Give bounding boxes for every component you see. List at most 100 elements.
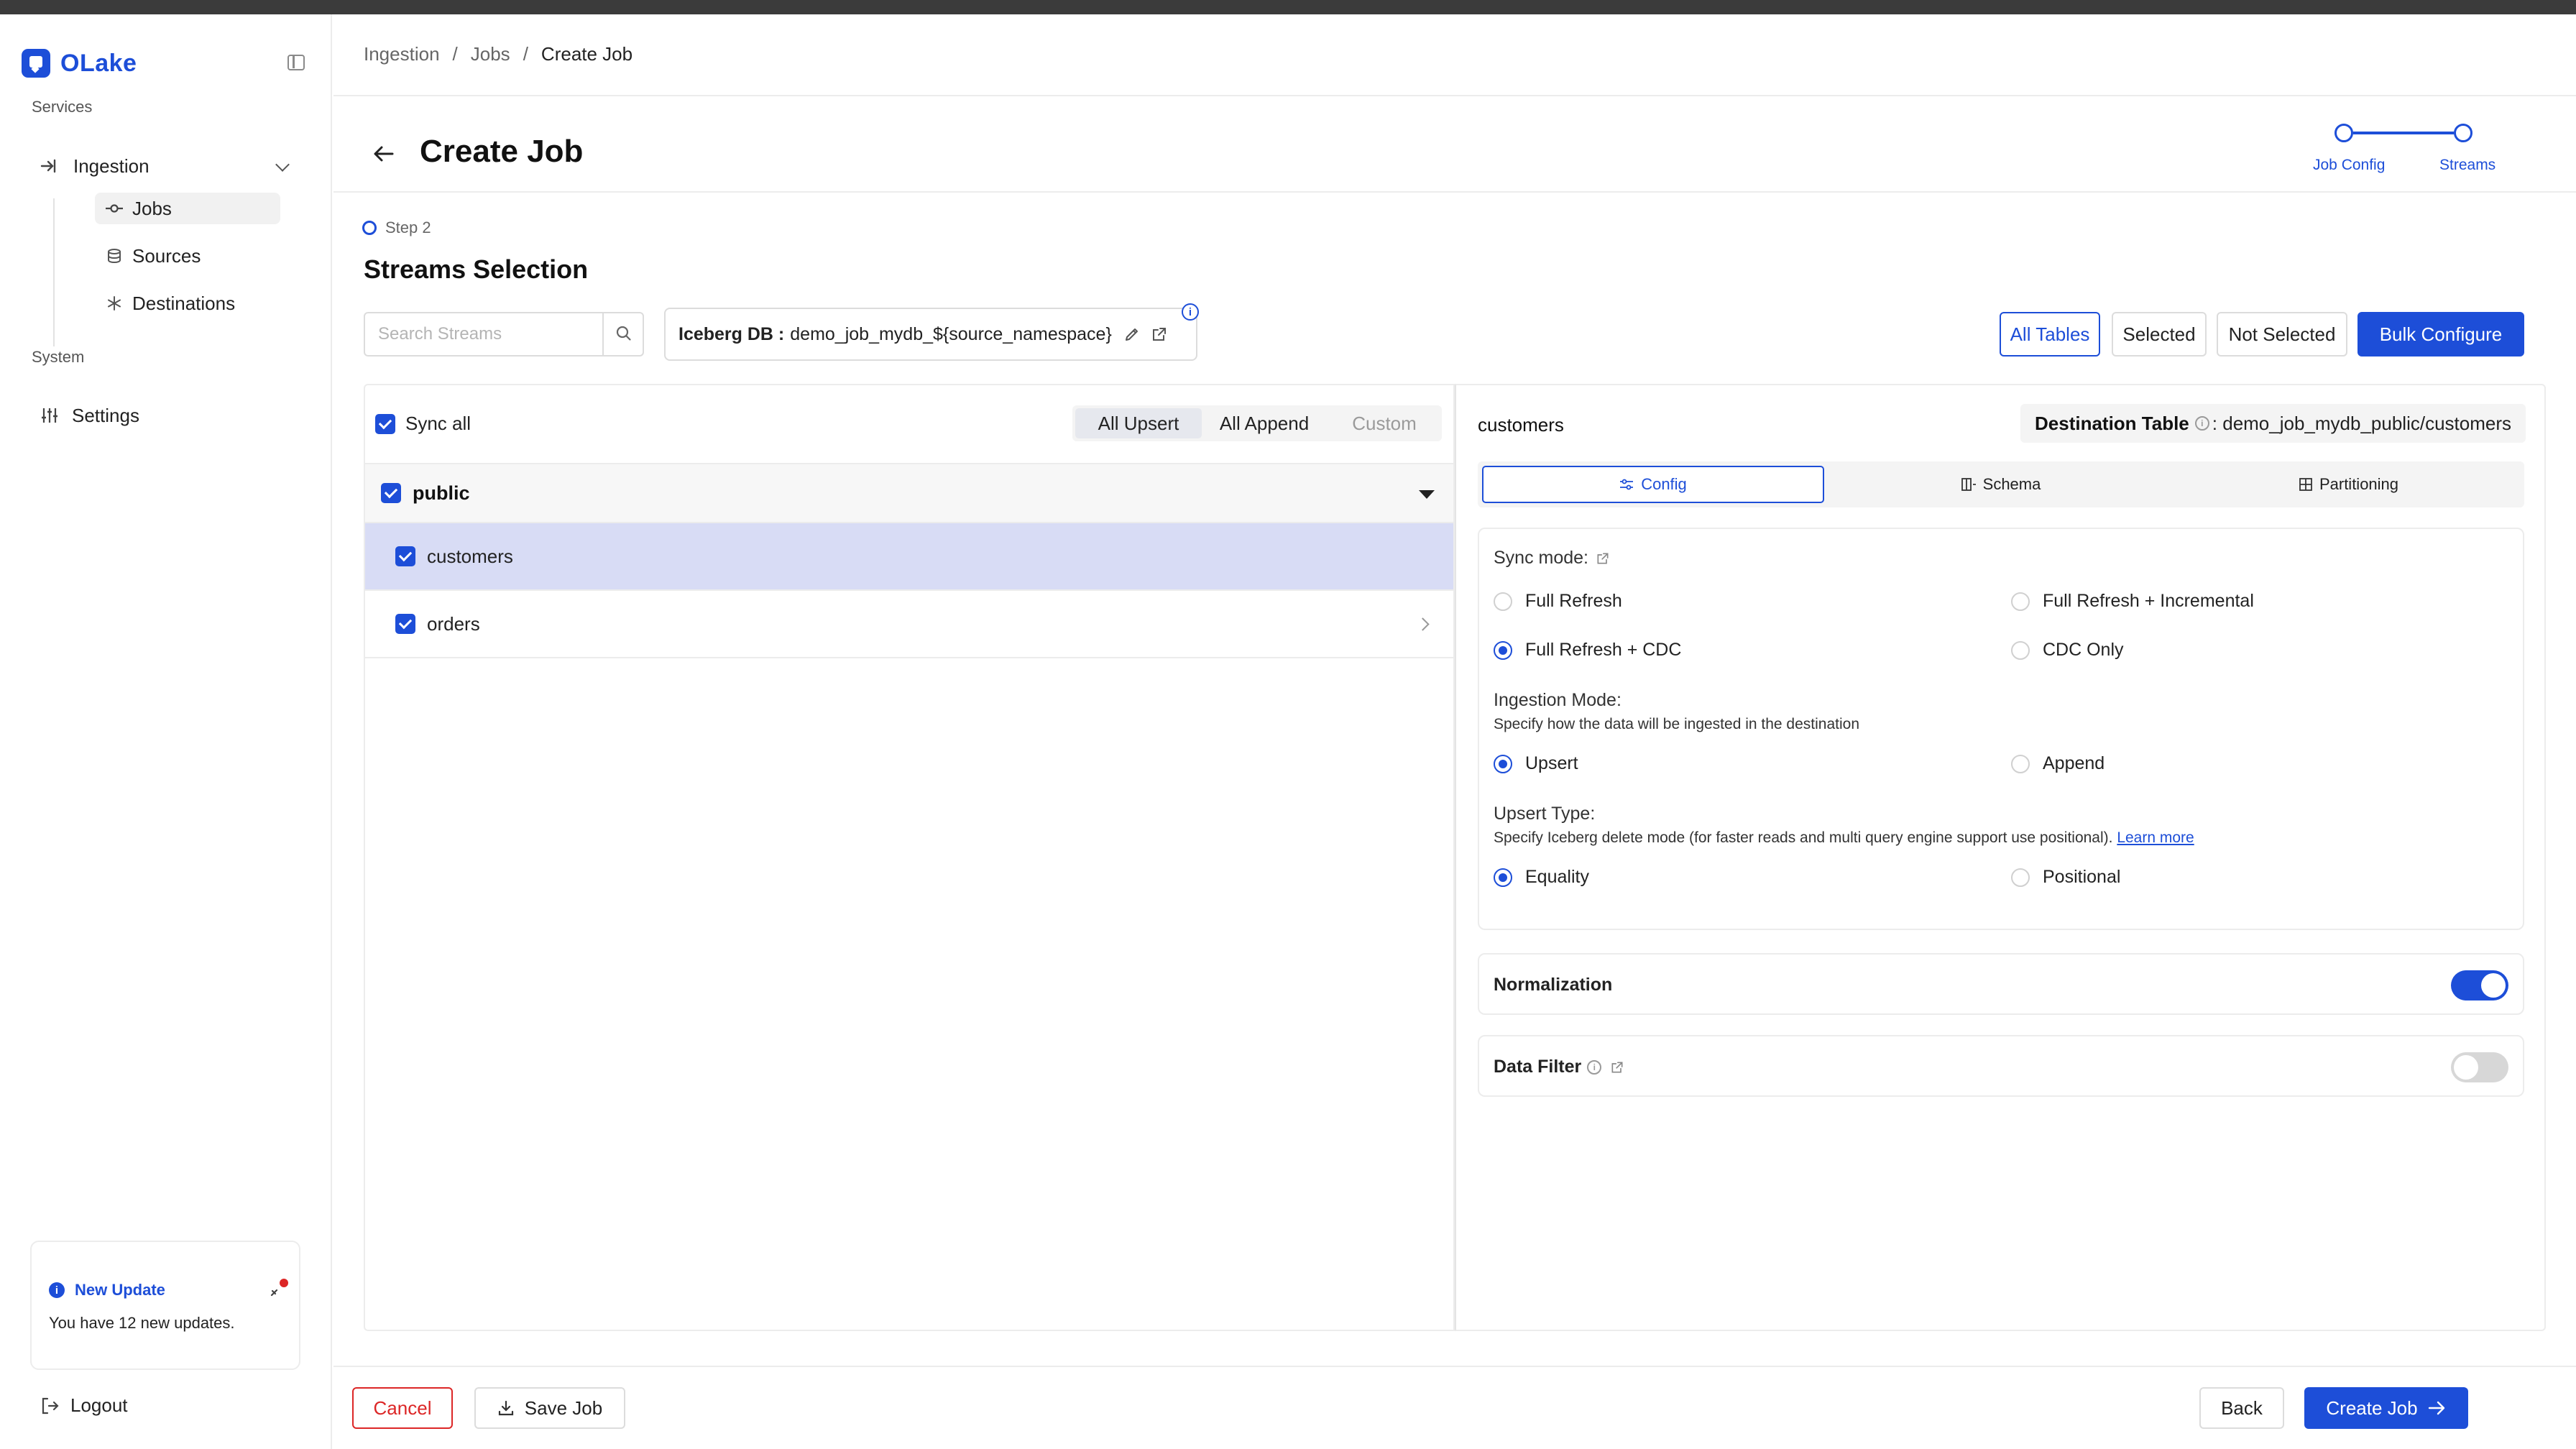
caret-down-icon[interactable] [1419,490,1435,499]
step-dot-job-config[interactable] [2334,124,2353,142]
learn-more-link[interactable]: Learn more [2117,829,2194,846]
breadcrumb-separator: / [452,43,458,65]
info-icon[interactable]: i [1182,303,1199,321]
sidebar-item-label: Sources [132,244,201,267]
services-section-label: Services [32,98,93,116]
cancel-button[interactable]: Cancel [352,1387,453,1429]
mode-all-append[interactable]: All Append [1202,408,1327,438]
normalization-label: Normalization [1494,975,1613,995]
radio-cdc-only[interactable]: CDC Only [2011,640,2124,661]
page-title: Create Job [420,134,584,169]
normalization-toggle[interactable] [2451,970,2508,1000]
filter-not-selected[interactable]: Not Selected [2217,312,2347,356]
app-logo[interactable]: OLake [22,49,137,78]
back-arrow-icon[interactable] [371,141,397,167]
external-link-icon[interactable] [1610,1060,1624,1075]
filter-all-tables[interactable]: All Tables [2000,312,2100,356]
back-button[interactable]: Back [2199,1387,2284,1429]
sidebar-item-ingestion[interactable]: Ingestion [40,141,295,191]
rocket-icon[interactable] [269,1276,290,1298]
tab-schema[interactable]: Schema [1830,466,2172,503]
data-filter-card: Data Filter i [1478,1035,2524,1097]
iceberg-db-key: Iceberg DB : [678,323,785,344]
save-job-button[interactable]: Save Job [474,1387,625,1429]
radio-upsert[interactable]: Upsert [1494,753,1578,774]
info-icon[interactable]: i [2194,416,2209,431]
sidebar-item-label: Ingestion [73,155,150,177]
radio-full-refresh-cdc[interactable]: Full Refresh + CDC [1494,640,1681,661]
step-dot-streams[interactable] [2454,124,2472,142]
radio-positional[interactable]: Positional [2011,867,2120,888]
radio-equality[interactable]: Equality [1494,867,1589,888]
data-filter-toggle[interactable] [2451,1052,2508,1082]
stream-row-orders[interactable]: orders [365,591,1453,658]
external-link-icon[interactable] [1151,326,1168,343]
radio-circle[interactable] [2011,592,2030,611]
logout-button[interactable]: Logout [40,1394,128,1417]
search-input[interactable] [365,313,602,355]
external-link-icon[interactable] [1596,551,1610,566]
breadcrumb-separator: / [523,43,528,65]
radio-circle[interactable] [2011,868,2030,887]
tab-partitioning[interactable]: Partitioning [2178,466,2520,503]
namespace-row-public[interactable]: public [365,463,1453,523]
app-name: OLake [60,49,137,77]
radio-append[interactable]: Append [2011,753,2104,774]
checkbox-checked[interactable] [375,413,395,434]
mode-all-upsert[interactable]: All Upsert [1075,408,1202,438]
destination-table: Destination Table i : demo_job_mydb_publ… [2020,404,2526,443]
radio-full-refresh[interactable]: Full Refresh [1494,591,1622,612]
pencil-icon[interactable] [1123,326,1141,343]
radio-circle[interactable] [1494,592,1512,611]
system-section-label: System [32,348,85,366]
filter-selected[interactable]: Selected [2112,312,2207,356]
bulk-configure-button[interactable]: Bulk Configure [2358,312,2524,356]
radio-circle[interactable] [2011,754,2030,773]
sidebar-item-label: Jobs [132,197,172,219]
sliders-icon [42,408,58,423]
nav-tree-line [53,198,55,346]
checkbox-checked[interactable] [395,614,415,634]
search-streams [364,312,644,356]
sync-all-label: Sync all [405,413,472,434]
step-label-streams: Streams [2439,157,2496,173]
breadcrumb-item-ingestion[interactable]: Ingestion [364,43,440,65]
checkbox-checked[interactable] [395,546,415,566]
destination-key: Destination Table [2035,412,2189,434]
tab-config[interactable]: Config [1482,466,1824,503]
radio-circle[interactable] [2011,640,2030,660]
update-description: You have 12 new updates. [49,1314,235,1332]
sidebar: OLake Services Ingestion Jobs Sources De… [0,14,332,1449]
sidebar-item-destinations[interactable]: Destinations [95,288,280,319]
breadcrumb-item-current: Create Job [540,43,633,65]
asterisk-icon [104,295,125,311]
stream-row-customers[interactable]: customers [365,523,1453,591]
step-ring-icon [362,221,377,235]
divider [334,1366,2576,1367]
update-card[interactable]: i New Update You have 12 new updates. [30,1241,300,1370]
sidebar-item-sources[interactable]: Sources [95,240,280,272]
mode-custom[interactable]: Custom [1327,408,1442,438]
breadcrumb-item-jobs[interactable]: Jobs [471,43,510,65]
checkbox-checked[interactable] [381,483,401,503]
radio-circle-selected[interactable] [1494,754,1512,773]
data-filter-label: Data Filter i [1494,1057,1624,1077]
radio-circle-selected[interactable] [1494,640,1512,660]
save-job-label: Save Job [524,1397,603,1419]
radio-full-refresh-incremental[interactable]: Full Refresh + Incremental [2011,591,2254,612]
normalization-card: Normalization [1478,953,2524,1015]
sync-all-checkbox[interactable]: Sync all [375,413,471,435]
search-button[interactable] [602,313,643,355]
create-job-button[interactable]: Create Job [2304,1387,2468,1429]
radio-label: CDC Only [2043,640,2124,660]
sidebar-collapse-icon[interactable] [288,55,305,70]
step-label-job-config: Job Config [2313,157,2386,173]
radio-circle-selected[interactable] [1494,868,1512,887]
database-icon [104,248,125,264]
sidebar-item-settings[interactable]: Settings [40,400,139,431]
divider [334,95,2576,96]
sidebar-item-label: Settings [72,404,139,426]
config-tabs: Config Schema Partitioning [1478,461,2524,507]
sidebar-item-jobs[interactable]: Jobs [95,193,280,224]
info-icon[interactable]: i [1587,1059,1602,1075]
